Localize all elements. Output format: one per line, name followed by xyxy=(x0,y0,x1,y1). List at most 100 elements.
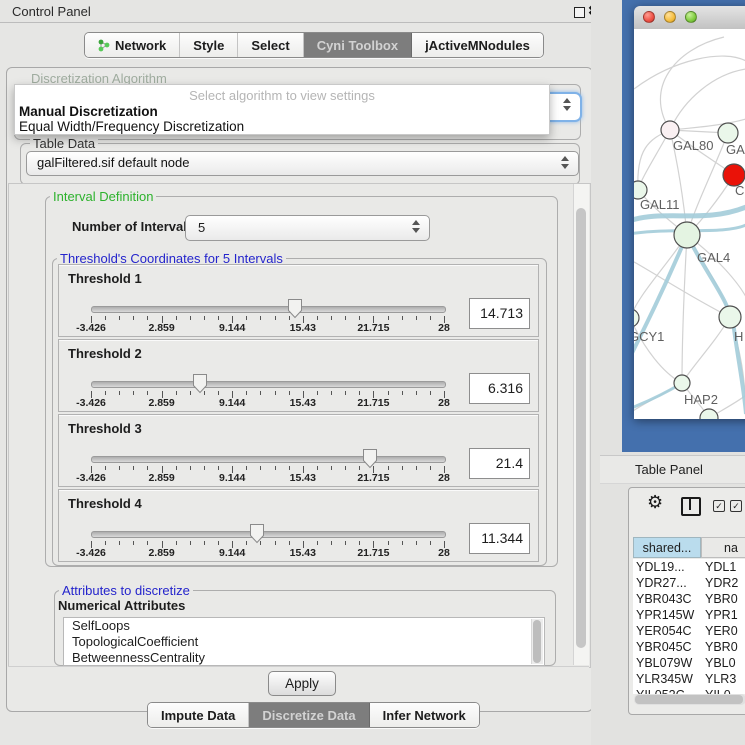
tick-mark xyxy=(275,466,276,470)
number-of-intervals-spinner[interactable]: 5 xyxy=(185,215,430,241)
table-row[interactable]: YDR27...YDR2 xyxy=(633,575,745,591)
threshold-panel: Threshold 2-3.4262.8599.14415.4321.71528… xyxy=(58,339,539,412)
slider-track[interactable] xyxy=(91,531,446,538)
tab-select[interactable]: Select xyxy=(238,33,303,57)
network-edge[interactable] xyxy=(660,37,724,130)
gear-icon[interactable]: ⚙ xyxy=(647,492,663,513)
column-header-name[interactable]: na xyxy=(701,537,745,558)
table-data-combobox[interactable]: galFiltered.sif default node xyxy=(26,151,579,176)
network-view-window[interactable]: GAL80GACGAL11GAL4GCY1HHAP2 xyxy=(634,6,745,419)
table-horizontal-scrollbar[interactable] xyxy=(634,694,745,705)
tab-infer-network[interactable]: Infer Network xyxy=(370,703,479,727)
scrollbar-thumb[interactable] xyxy=(576,208,586,648)
tick-label: 2.859 xyxy=(148,397,174,409)
tick-mark xyxy=(147,541,148,545)
algorithm-option[interactable]: Equal Width/Frequency Discretization xyxy=(19,119,244,134)
tick-mark xyxy=(317,466,318,470)
table-row[interactable]: YIL052CYIL0 xyxy=(633,687,745,694)
tick-mark xyxy=(204,316,205,320)
tab-jactivemnodules[interactable]: jActiveMNodules xyxy=(412,33,543,57)
attributes-scrollbar[interactable] xyxy=(531,619,543,664)
tick-mark xyxy=(176,316,177,320)
network-node[interactable] xyxy=(674,222,700,248)
network-edge[interactable] xyxy=(670,69,745,130)
split-columns-icon[interactable] xyxy=(681,497,701,516)
apply-button[interactable]: Apply xyxy=(268,671,336,696)
tick-mark xyxy=(190,541,191,545)
network-edge[interactable] xyxy=(634,318,682,383)
tick-mark xyxy=(246,466,247,470)
threshold-value-field[interactable]: 11.344 xyxy=(469,523,530,554)
slider-track[interactable] xyxy=(91,306,446,313)
network-node[interactable] xyxy=(661,121,679,139)
network-canvas[interactable]: GAL80GACGAL11GAL4GCY1HHAP2 xyxy=(634,29,745,419)
checkbox-icon[interactable]: ✓ xyxy=(730,500,742,512)
tab-label: Infer Network xyxy=(383,708,466,723)
tick-mark xyxy=(119,466,120,470)
table-row[interactable]: YBL079W YBL0 xyxy=(633,655,745,671)
network-edge[interactable] xyxy=(682,317,730,383)
table-cell-name: YER0 xyxy=(705,623,738,639)
network-node-label: GA xyxy=(726,142,745,157)
tick-label: 9.144 xyxy=(219,547,245,559)
network-node[interactable] xyxy=(634,309,639,327)
slider-handle[interactable] xyxy=(362,448,378,469)
network-edge[interactable] xyxy=(634,56,745,89)
tab-label: Select xyxy=(251,38,289,53)
network-node[interactable] xyxy=(674,375,690,391)
network-edge[interactable] xyxy=(682,235,687,383)
table-row[interactable]: YLR345WYLR3 xyxy=(633,671,745,687)
tab-discretize-data[interactable]: Discretize Data xyxy=(249,703,369,727)
attribute-list-item[interactable]: SelfLoops xyxy=(64,618,544,634)
network-window-titlebar[interactable] xyxy=(634,6,745,30)
scrollbar-thumb[interactable] xyxy=(533,620,541,663)
tick-label: 2.859 xyxy=(148,472,174,484)
network-node[interactable] xyxy=(718,123,738,143)
tab-cyni-toolbox[interactable]: Cyni Toolbox xyxy=(304,33,412,57)
close-traffic-icon[interactable] xyxy=(643,11,655,23)
minimize-traffic-icon[interactable] xyxy=(664,11,676,23)
network-desktop: GAL80GACGAL11GAL4GCY1HHAP2 xyxy=(622,0,745,452)
table-row[interactable]: YBR043CYBR0 xyxy=(633,591,745,607)
tick-label: 15.43 xyxy=(290,397,316,409)
zoom-traffic-icon[interactable] xyxy=(685,11,697,23)
tab-style[interactable]: Style xyxy=(180,33,238,57)
slider-track[interactable] xyxy=(91,456,446,463)
slider-handle[interactable] xyxy=(192,373,208,394)
tick-label: -3.426 xyxy=(76,397,106,409)
float-window-icon[interactable] xyxy=(574,7,585,18)
tick-mark xyxy=(331,391,332,395)
tab-network[interactable]: Network xyxy=(85,33,180,57)
tab-impute-data[interactable]: Impute Data xyxy=(148,703,249,727)
tick-mark xyxy=(345,541,346,545)
attribute-list-item[interactable]: TopologicalCoefficient xyxy=(64,634,544,650)
table-row[interactable]: YPR145WYPR1 xyxy=(633,607,745,623)
attribute-list-item[interactable]: BetweennessCentrality xyxy=(64,650,544,666)
table-cell-name: YBL0 xyxy=(705,655,736,671)
scrollbar-thumb[interactable] xyxy=(635,695,743,704)
table-cell-shared-name: YDL19... xyxy=(636,559,685,575)
slider-track[interactable] xyxy=(91,381,446,388)
table-row[interactable]: YDL19...YDL1 xyxy=(633,559,745,575)
column-header-shared-name[interactable]: shared... xyxy=(633,537,701,558)
network-node[interactable] xyxy=(700,409,718,419)
table-row[interactable]: YER054CYER0 xyxy=(633,623,745,639)
slider-handle[interactable] xyxy=(287,298,303,319)
slider-handle[interactable] xyxy=(249,523,265,544)
threshold-value-field[interactable]: 6.316 xyxy=(469,373,530,404)
threshold-value-field[interactable]: 14.713 xyxy=(469,298,530,329)
checkbox-icon[interactable]: ✓ xyxy=(713,500,725,512)
algorithm-combobox[interactable] xyxy=(548,92,582,122)
settings-vertical-scrollbar[interactable] xyxy=(573,184,589,665)
threshold-value-field[interactable]: 21.4 xyxy=(469,448,530,479)
network-node[interactable] xyxy=(719,306,741,328)
network-edge[interactable] xyxy=(634,235,687,318)
cyni-mode-tabs: Impute DataDiscretize Data Infer Network xyxy=(147,702,480,728)
table-cell-shared-name: YBL079W xyxy=(636,655,692,671)
algorithm-option[interactable]: Manual Discretization xyxy=(19,104,158,119)
control-panel-titlebar: Control Panel xyxy=(0,0,597,23)
tick-mark xyxy=(246,541,247,545)
table-row[interactable]: YBR045CYBR0 xyxy=(633,639,745,655)
tick-label: 2.859 xyxy=(148,547,174,559)
tick-mark xyxy=(416,466,417,470)
